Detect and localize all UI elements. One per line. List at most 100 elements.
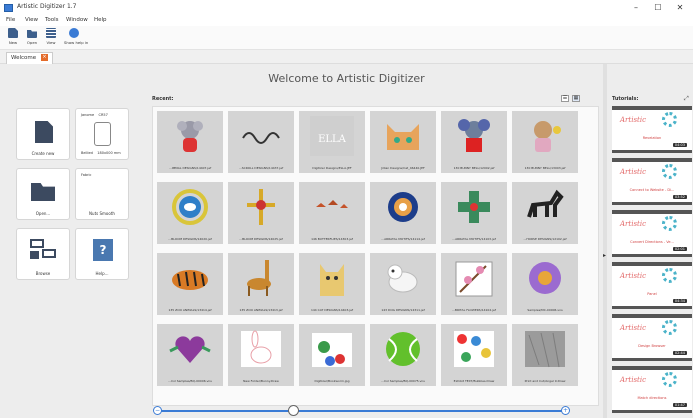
recent-file-thumbnail[interactable]: 146 BUTTERFLIES/14303.jef — [299, 182, 365, 244]
recent-file-thumbnail[interactable]: Digitizer/Bookworm.jpg — [299, 324, 365, 386]
new-file-icon — [8, 28, 18, 38]
recent-file-caption: 130 BUNNY BELL/12002.jef — [453, 166, 495, 170]
tab-bar: Welcome × — [0, 50, 693, 64]
recent-file-caption: Digitizer Designs/ELLA.JEF — [312, 166, 352, 170]
grid-view-icon[interactable]: ▦ — [572, 95, 580, 102]
tutorial-logo: Artistic — [620, 116, 647, 124]
menu-help[interactable]: Help — [94, 17, 107, 23]
tutorial-video-card[interactable]: Artistic Panel 04:34 — [612, 262, 692, 309]
fabric-value: Nuts Smooth — [89, 211, 115, 216]
tutorial-title: Convert Directions - Ve... — [630, 240, 674, 244]
menu-file[interactable]: File — [6, 17, 15, 23]
recent-file-caption: Exhibit TEXT/Bubbles.Draw — [453, 379, 495, 383]
zoom-slider-track[interactable] — [158, 410, 568, 412]
blossom-design-preview — [455, 261, 493, 297]
recent-file-thumbnail[interactable]: Exhibit TEXT/Bubbles.Draw — [441, 324, 507, 386]
tutorial-logo: Artistic — [620, 168, 647, 176]
recent-file-thumbnail[interactable]: ...SCROLL DESIGNS/14437.jef — [228, 111, 294, 173]
recent-file-thumbnail[interactable]: 143 DOG DESIGNS/14311.jef — [370, 253, 436, 315]
recent-file-thumbnail[interactable]: ...BLOOM DESIGNS/14020.jef — [157, 182, 223, 244]
recent-file-thumbnail[interactable]: Print and Cut/Angel 9.Draw — [512, 324, 578, 386]
recent-file-caption: 143 DOG DESIGNS/14311.jef — [381, 308, 425, 312]
tutorial-title: Panel — [647, 292, 657, 296]
recent-file-caption: Jillian Designs/Cat_46440.JEF — [381, 166, 425, 170]
browse-card[interactable]: Browse — [16, 228, 70, 280]
browse-label: Browse — [35, 271, 51, 276]
scroll-design-preview — [242, 132, 280, 144]
recent-file-thumbnail[interactable]: ...Col Samples/BQ-00075.vns — [370, 324, 436, 386]
fabric-design-preview — [525, 331, 565, 368]
recent-file-caption: Samples/MC-00006.vns — [527, 308, 563, 312]
recent-file-thumbnail[interactable]: 144 CAT DESIGNS/14403.jef — [299, 253, 365, 315]
recent-file-thumbnail[interactable]: ...HORSE DESIGNS/12102.jef — [512, 182, 578, 244]
recent-file-thumbnail[interactable]: Samples/MC-00006.vns — [512, 253, 578, 315]
tutorial-duration: 02:01 — [672, 247, 687, 251]
panel-splitter[interactable] — [603, 64, 607, 418]
recent-file-thumbnail[interactable]: ...BLOOM DESIGNS/14025.jef — [228, 182, 294, 244]
fabric-card[interactable]: Fabric Nuts Smooth — [75, 168, 129, 220]
horse-design-preview — [527, 189, 564, 218]
zoom-in-icon[interactable]: + — [561, 406, 570, 415]
tutorial-logo: Artistic — [620, 272, 647, 280]
close-button[interactable]: ✕ — [671, 2, 689, 14]
menu-view[interactable]: View — [25, 17, 38, 23]
recent-file-thumbnail[interactable]: 135 ZOO ANIMALS/13414.jef — [157, 253, 223, 315]
giraffe-design-preview — [247, 260, 271, 296]
recent-file-thumbnail[interactable]: 130 BUNNY BELL/12002.jef — [441, 111, 507, 173]
toolbar: New Open View Show help in — [0, 26, 693, 50]
hoop-size: Bellied 180x000 mm — [81, 151, 121, 155]
tutorial-video-card[interactable]: Artistic Design Browser 02:44 — [612, 314, 692, 361]
tab-welcome[interactable]: Welcome × — [6, 52, 53, 64]
close-tab-icon[interactable]: × — [40, 54, 48, 61]
tutorial-video-card[interactable]: Artistic Connect to Website - Di... 03:52 — [612, 158, 692, 205]
view-button[interactable]: View — [43, 28, 59, 45]
menu-tools[interactable]: Tools — [45, 17, 59, 23]
window-title: Artistic Digitizer 1.7 — [17, 3, 77, 10]
help-card[interactable]: ? Help... — [75, 228, 129, 280]
recent-file-thumbnail[interactable]: ...BRITAL FLOWERS/14102.jef — [441, 253, 507, 315]
list-view-icon[interactable]: ☰ — [561, 95, 569, 102]
browse-icon — [30, 239, 56, 261]
gear-icon — [662, 164, 677, 179]
tutorial-video-card[interactable]: Artistic Match directions 01:47 — [612, 366, 692, 413]
tutorial-video-card[interactable]: Artistic Revelation 04:03 — [612, 106, 692, 153]
tutorial-duration: 03:52 — [672, 195, 687, 199]
heart-design-preview — [169, 336, 211, 363]
recent-file-thumbnail[interactable]: New Folder/Bunny.Draw — [228, 324, 294, 386]
recent-file-thumbnail[interactable]: ...ARRATAL MOTIFS/14103.jef — [441, 182, 507, 244]
recent-file-thumbnail[interactable]: Jillian Designs/Cat_46440.JEF — [370, 111, 436, 173]
hoop-card[interactable]: Janome CR57 Bellied 180x000 mm — [75, 108, 129, 160]
zoom-out-icon[interactable]: − — [153, 406, 162, 415]
ella-design-preview: ELLA — [310, 116, 354, 156]
tutorial-logo: Artistic — [620, 324, 647, 332]
open-folder-icon — [31, 183, 55, 201]
gear-icon — [662, 268, 677, 283]
recent-file-thumbnail[interactable]: 135 ZOO ANIMALS/13413.jef — [228, 253, 294, 315]
collapse-arrow-icon[interactable]: ▸ — [603, 252, 606, 259]
show-help-button[interactable]: Show help in — [64, 28, 88, 45]
tutorial-title: Revelation — [642, 136, 662, 140]
recent-file-caption: ...SCROLL DESIGNS/14437.jef — [238, 166, 284, 170]
maximize-button[interactable]: ☐ — [649, 2, 667, 14]
expand-icon[interactable]: ⤢ — [684, 95, 689, 103]
recent-file-thumbnail[interactable]: 130 BUNNY BELL/13003.jef — [512, 111, 578, 173]
tutorial-title: Connect to Website - Di... — [629, 188, 675, 192]
recent-file-caption: 135 ZOO ANIMALS/13414.jef — [168, 308, 212, 312]
menu-window[interactable]: Window — [66, 17, 88, 23]
create-new-card[interactable]: Create new — [16, 108, 70, 160]
butterflies-design-preview — [316, 200, 348, 208]
recent-file-thumbnail[interactable]: ...Col Samples/BQ-00006.vns — [157, 324, 223, 386]
title-bar: Artistic Digitizer 1.7 – ☐ ✕ — [0, 0, 693, 16]
new-button[interactable]: New — [5, 28, 21, 45]
minimize-button[interactable]: – — [627, 2, 645, 14]
recent-file-caption: New Folder/Bunny.Draw — [243, 379, 279, 383]
recent-file-thumbnail[interactable]: ELLA Digitizer Designs/ELLA.JEF — [299, 111, 365, 173]
cross-motif-design-preview — [458, 191, 490, 223]
recent-file-thumbnail[interactable]: ...IMMAL DESIGNS/14407.jef — [157, 111, 223, 173]
open-button[interactable]: Open — [24, 28, 40, 45]
recent-file-caption: 146 BUTTERFLIES/14303.jef — [311, 237, 353, 241]
tutorial-video-card[interactable]: Artistic Convert Directions - Ve... 02:01 — [612, 210, 692, 257]
open-card[interactable]: Open... — [16, 168, 70, 220]
bird-circle-design-preview — [172, 189, 208, 225]
recent-file-thumbnail[interactable]: ...ARRATAL MOTIFS/14114.jef — [370, 182, 436, 244]
